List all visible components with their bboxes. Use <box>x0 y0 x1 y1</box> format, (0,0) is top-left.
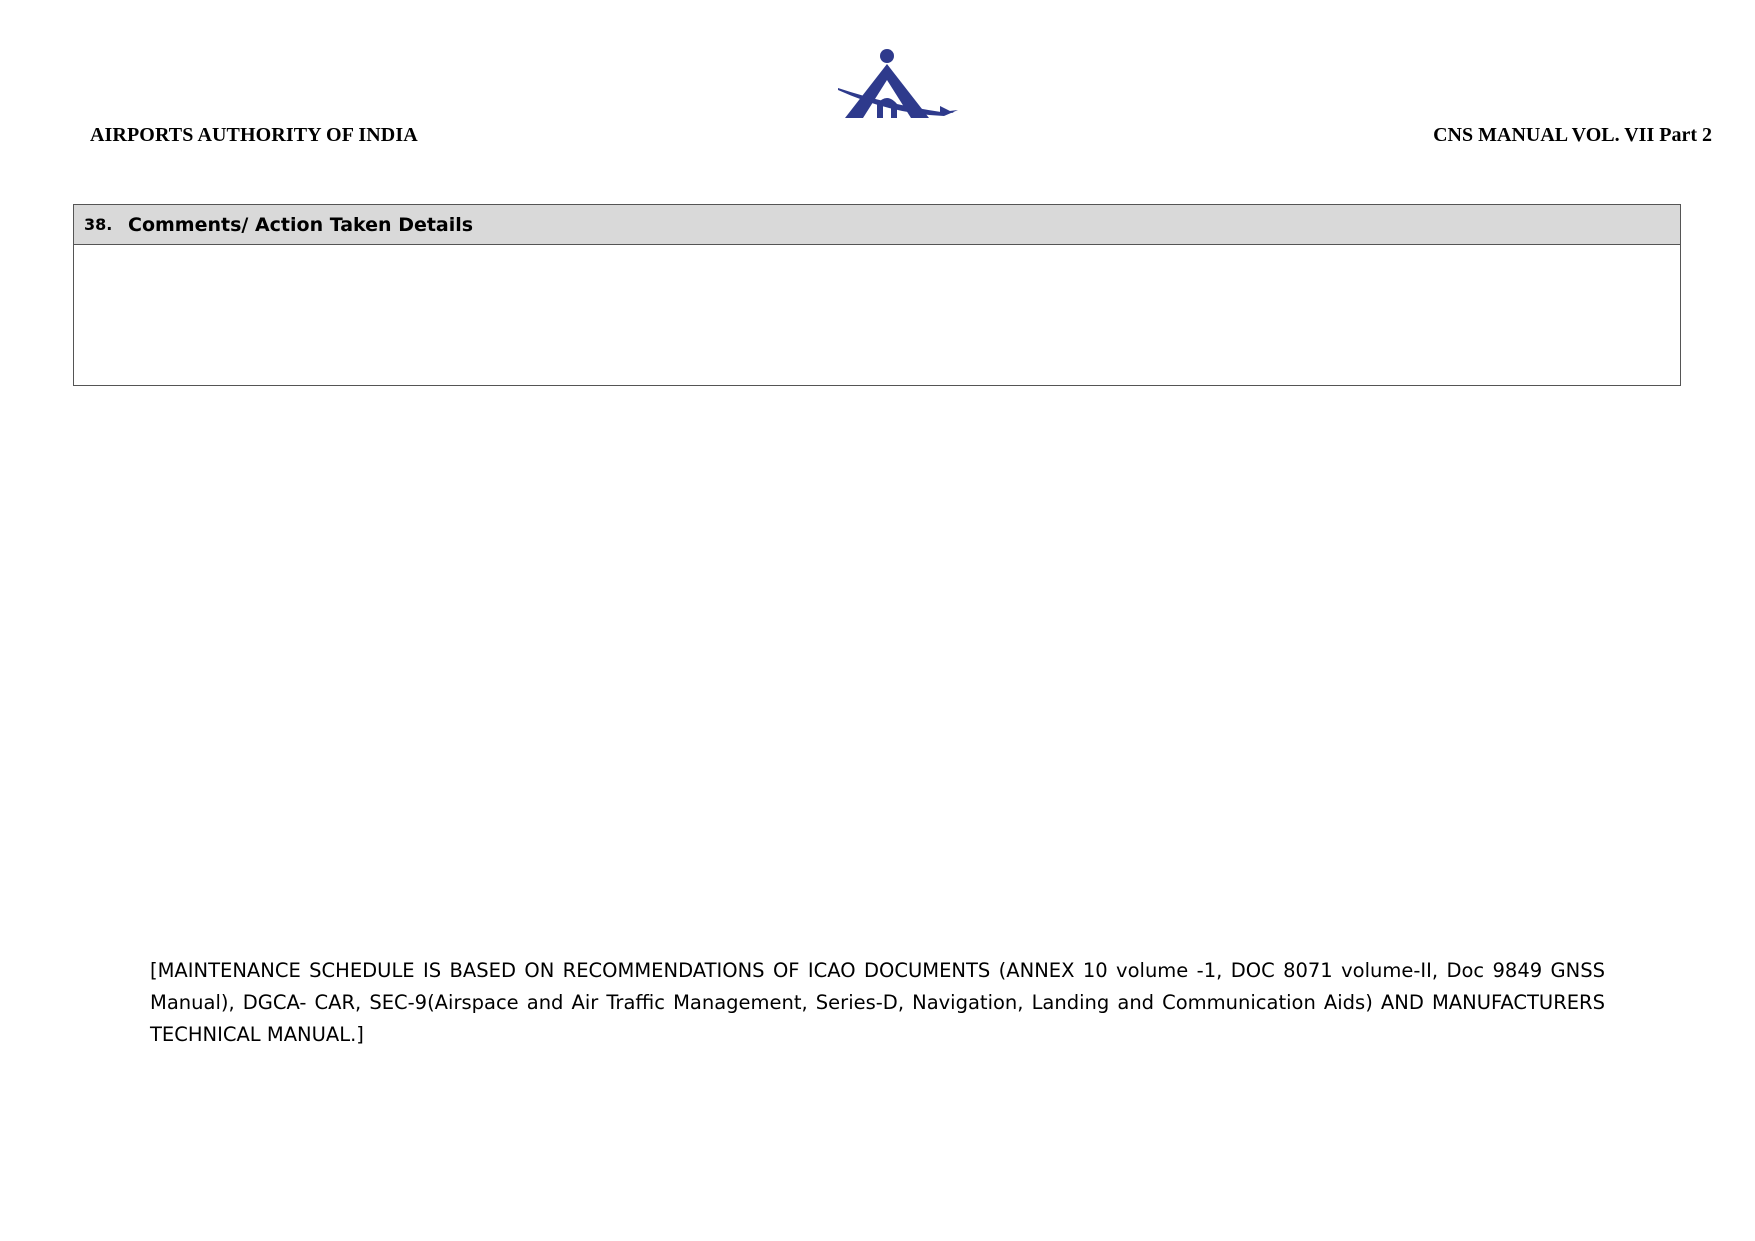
section-number: 38. <box>84 215 113 234</box>
aai-logo-icon <box>838 49 958 118</box>
comments-body <box>74 245 1680 385</box>
section-title: Comments/ Action Taken Details <box>128 213 474 236</box>
manual-title: CNS MANUAL VOL. VII Part 2 <box>1433 124 1712 146</box>
comments-section: 38. Comments/ Action Taken Details <box>73 204 1681 386</box>
comments-section-header: 38. Comments/ Action Taken Details <box>74 205 1680 245</box>
organization-name: AIRPORTS AUTHORITY OF INDIA <box>90 124 418 146</box>
maintenance-schedule-note: [MAINTENANCE SCHEDULE IS BASED ON RECOMM… <box>150 959 1605 1046</box>
